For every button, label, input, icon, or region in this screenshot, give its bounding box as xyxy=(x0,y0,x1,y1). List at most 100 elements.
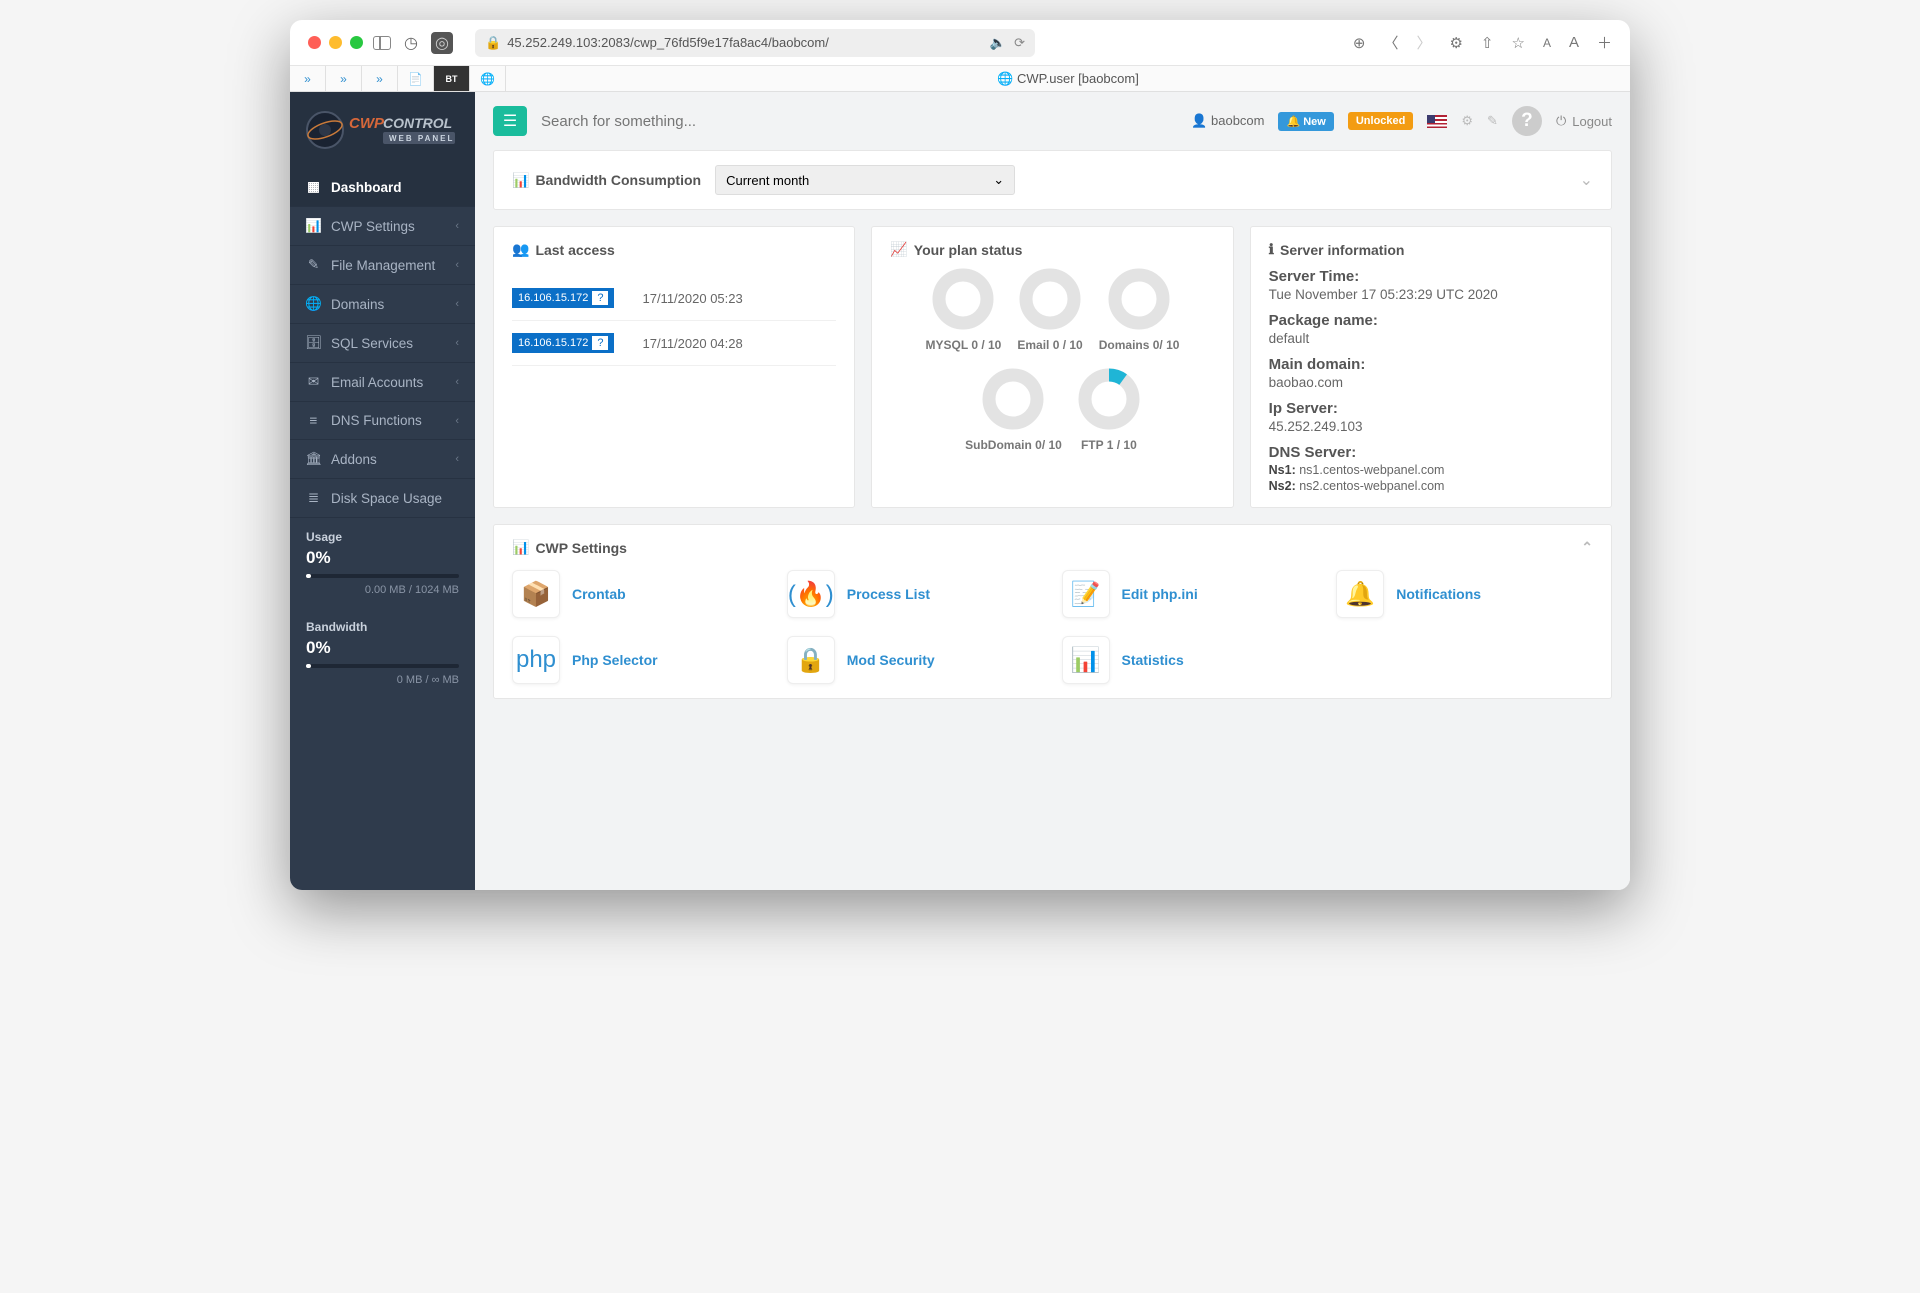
mail-icon: ✉ xyxy=(306,374,321,390)
sound-icon[interactable]: 🔈 xyxy=(990,35,1006,51)
chevron-left-icon: ‹ xyxy=(455,220,459,232)
setting-icon: 📊 xyxy=(1062,636,1110,684)
ip-badge: 16.106.15.172? xyxy=(512,333,614,353)
history-icon[interactable]: ◷ xyxy=(401,33,421,53)
setting-icon: php xyxy=(512,636,560,684)
svg-text:CWP: CWP xyxy=(349,115,385,132)
setting-icon: 📝 xyxy=(1062,570,1110,618)
bandwidth-panel: 📊Bandwidth Consumption Current month⌄ ⌄ xyxy=(493,150,1612,210)
setting-notifications[interactable]: 🔔 Notifications xyxy=(1336,570,1593,618)
address-bar[interactable]: 🔒 45.252.249.103:2083/cwp_76fd5f9e17fa8a… xyxy=(475,29,1035,57)
usage-progress xyxy=(306,574,459,578)
setting-php-selector[interactable]: phpPhp Selector xyxy=(512,636,769,684)
url-text: 45.252.249.103:2083/cwp_76fd5f9e17fa8ac4… xyxy=(507,35,829,50)
collapse-icon[interactable]: ⌄ xyxy=(1580,170,1593,190)
brush-icon[interactable]: ✎ xyxy=(1487,113,1498,129)
browser-titlebar: ◷ ◎ 🔒 45.252.249.103:2083/cwp_76fd5f9e17… xyxy=(290,20,1630,66)
main-content: ☰ 👤 baobcom 🔔 New Unlocked ⚙ ✎ ? ⏻Logout… xyxy=(475,92,1630,890)
sidebar-item-file-management[interactable]: ✎File Management‹ xyxy=(290,246,475,285)
sidebar-item-sql-services[interactable]: 🗄SQL Services‹ xyxy=(290,324,475,363)
browser-tab-4[interactable]: 📄 xyxy=(398,66,434,91)
svg-text:CONTROL: CONTROL xyxy=(383,115,452,131)
gear-icon[interactable]: ⚙ xyxy=(1449,34,1462,52)
search-input[interactable] xyxy=(541,113,761,130)
svg-text:WEB PANEL: WEB PANEL xyxy=(389,134,454,143)
bandwidth-widget: Bandwidth 0% 0 MB / ∞ MB xyxy=(290,608,475,698)
globe-icon: 🌐 xyxy=(306,296,321,312)
plan-status-panel: 📈Your plan status MYSQL 0 / 10Email 0 / … xyxy=(871,226,1233,508)
last-access-panel: 👥Last access 16.106.15.172?17/11/2020 05… xyxy=(493,226,855,508)
browser-tab-6[interactable]: 🌐 xyxy=(470,66,506,91)
setting-label: Mod Security xyxy=(847,652,935,668)
sidebar: CWP CONTROL WEB PANEL ▦Dashboard 📊CWP Se… xyxy=(290,92,475,890)
browser-tab-1[interactable]: » xyxy=(290,66,326,91)
addons-icon: 🏛 xyxy=(306,451,321,467)
cwp-settings-panel: 📊CWP Settings⌃ 📦Crontab(🔥)Process List📝E… xyxy=(493,524,1612,699)
plan-donut: Email 0 / 10 xyxy=(1017,268,1082,352)
setting-label: Notifications xyxy=(1396,586,1481,602)
menu-toggle-button[interactable]: ☰ xyxy=(493,106,527,136)
browser-tab-5[interactable]: BT xyxy=(434,66,470,91)
setting-statistics[interactable]: 📊Statistics xyxy=(1062,636,1319,684)
tab-title: 🌐 CWP.user [baobcom] xyxy=(506,71,1630,87)
chart-icon: 📈 xyxy=(890,241,907,258)
collapse-icon[interactable]: ⌃ xyxy=(1581,539,1593,556)
text-large-icon[interactable]: A xyxy=(1569,34,1579,51)
info-icon: ℹ xyxy=(1269,241,1274,258)
plan-donut: FTP 1 / 10 xyxy=(1078,368,1140,452)
server-info-panel: ℹServer information Server Time:Tue Nove… xyxy=(1250,226,1612,508)
sidebar-item-dns-functions[interactable]: ≡DNS Functions‹ xyxy=(290,402,475,440)
downloads-icon[interactable]: ⊕ xyxy=(1353,34,1366,52)
new-tab-icon[interactable]: ＋ xyxy=(1597,32,1612,53)
lock-icon: 🔒 xyxy=(485,35,501,51)
share-icon[interactable]: ⇧ xyxy=(1481,34,1494,52)
period-select[interactable]: Current month⌄ xyxy=(715,165,1015,195)
logout-button[interactable]: ⏻Logout xyxy=(1556,113,1612,129)
unlocked-badge[interactable]: Unlocked xyxy=(1348,112,1414,130)
sidebar-item-cwp-settings[interactable]: 📊CWP Settings‹ xyxy=(290,207,475,246)
sidebar-item-disk-space[interactable]: ≣Disk Space Usage xyxy=(290,479,475,518)
flag-icon[interactable] xyxy=(1427,115,1447,128)
setting-edit-php-ini[interactable]: 📝 Edit php.ini xyxy=(1062,570,1319,618)
sidebar-toggle-icon[interactable] xyxy=(373,36,391,50)
disk-icon: ≣ xyxy=(306,490,321,506)
shield-icon[interactable]: ◎ xyxy=(431,32,453,54)
dns-icon: ≡ xyxy=(306,413,321,428)
minimize-window-icon[interactable] xyxy=(329,36,342,49)
user-label: 👤 baobcom xyxy=(1191,113,1264,129)
browser-tab-3[interactable]: » xyxy=(362,66,398,91)
help-icon[interactable]: ? xyxy=(1512,106,1542,136)
setting-icon: (🔥) xyxy=(787,570,835,618)
sidebar-item-email-accounts[interactable]: ✉Email Accounts‹ xyxy=(290,363,475,402)
logo: CWP CONTROL WEB PANEL xyxy=(290,92,475,168)
text-small-icon[interactable]: A xyxy=(1543,36,1551,50)
access-row: 16.106.15.172? 17/11/2020 04:28 xyxy=(512,321,836,366)
select-caret-icon: ⌄ xyxy=(993,172,1004,188)
setting-label: Edit php.ini xyxy=(1122,586,1198,602)
sidebar-item-addons[interactable]: 🏛Addons‹ xyxy=(290,440,475,479)
sidebar-item-dashboard[interactable]: ▦Dashboard xyxy=(290,168,475,207)
plan-donut: SubDomain 0/ 10 xyxy=(965,368,1062,452)
nav-menu: ▦Dashboard 📊CWP Settings‹ ✎File Manageme… xyxy=(290,168,475,518)
window-controls xyxy=(308,36,363,49)
back-icon[interactable]: 〈 xyxy=(1383,32,1398,53)
setting-icon: 🔔 xyxy=(1336,570,1384,618)
forward-icon[interactable]: 〉 xyxy=(1416,32,1431,53)
cogs-icon[interactable]: ⚙ xyxy=(1461,113,1473,129)
sidebar-item-domains[interactable]: 🌐Domains‹ xyxy=(290,285,475,324)
setting-label: Crontab xyxy=(572,586,626,602)
bookmark-icon[interactable]: ☆ xyxy=(1512,34,1525,52)
setting-crontab[interactable]: 📦Crontab xyxy=(512,570,769,618)
usage-widget: Usage 0% 0.00 MB / 1024 MB xyxy=(290,518,475,608)
setting-process-list[interactable]: (🔥)Process List xyxy=(787,570,1044,618)
reload-icon[interactable]: ⟳ xyxy=(1014,35,1025,51)
new-badge[interactable]: 🔔 New xyxy=(1278,112,1333,131)
browser-tab-2[interactable]: » xyxy=(326,66,362,91)
plan-donut: Domains 0/ 10 xyxy=(1099,268,1180,352)
edit-icon: ✎ xyxy=(306,257,321,273)
access-timestamp: 17/11/2020 04:28 xyxy=(642,336,742,351)
maximize-window-icon[interactable] xyxy=(350,36,363,49)
power-icon: ⏻ xyxy=(1556,113,1566,129)
setting-mod-security[interactable]: 🔒Mod Security xyxy=(787,636,1044,684)
close-window-icon[interactable] xyxy=(308,36,321,49)
